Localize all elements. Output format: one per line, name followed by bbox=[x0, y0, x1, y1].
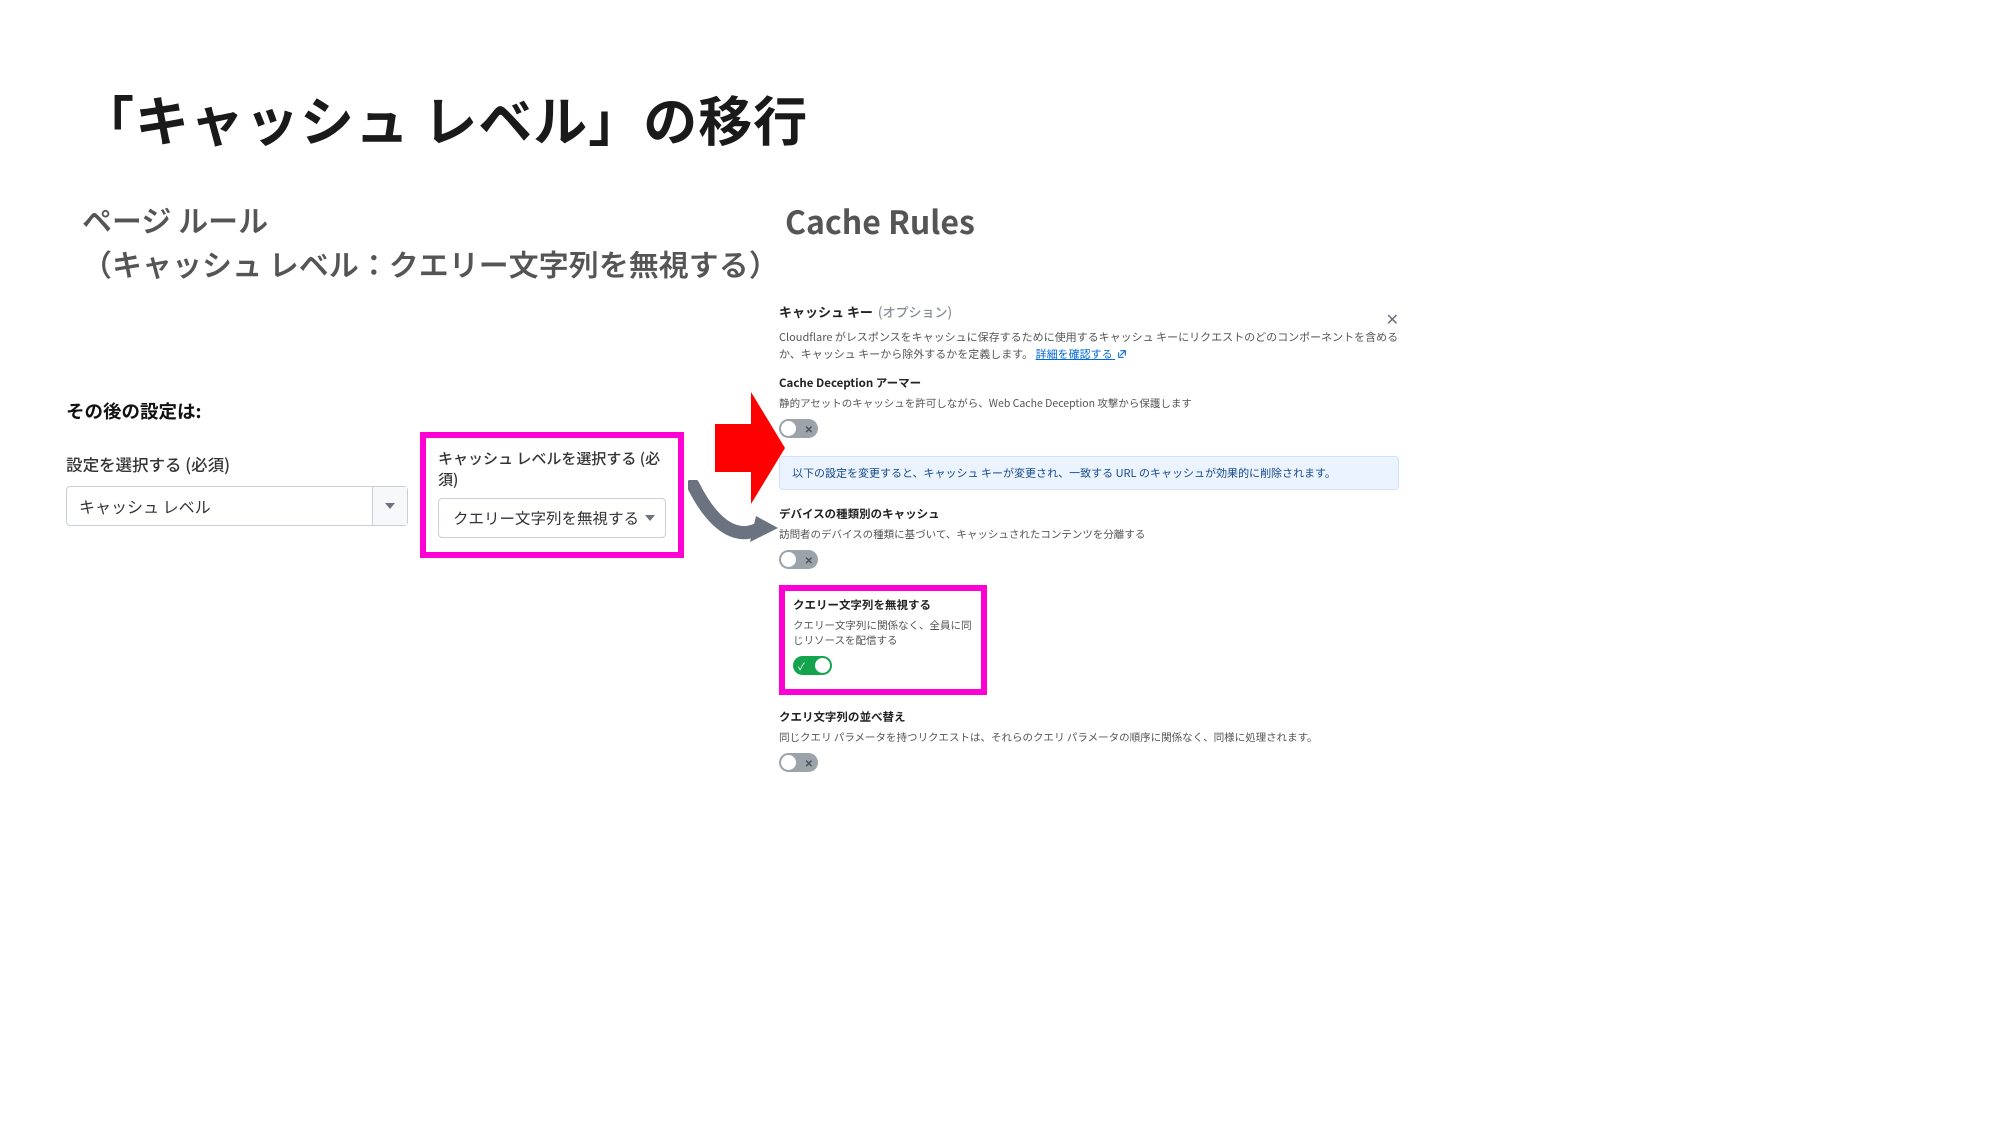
sort-query-toggle[interactable]: ✕ bbox=[779, 753, 818, 772]
cache-level-select[interactable]: キャッシュ レベル bbox=[66, 486, 408, 526]
external-link-icon bbox=[1117, 349, 1127, 359]
cache-key-warning-banner: 以下の設定を変更すると、キャッシュ キーが変更され、一致する URL のキャッシ… bbox=[779, 456, 1399, 490]
subtitle-line-2: （キャッシュ レベル：クエリー文字列を無視する） bbox=[82, 241, 779, 285]
learn-more-link[interactable]: 詳細を確認する bbox=[1036, 346, 1127, 362]
device-cache-toggle[interactable]: ✕ bbox=[779, 550, 818, 569]
subtitle-line-1: ページ ルール bbox=[82, 197, 268, 241]
cache-level-value-label: キャッシュ レベルを選択する (必須) bbox=[438, 448, 666, 490]
check-icon: ✓ bbox=[798, 661, 805, 671]
x-icon: ✕ bbox=[805, 555, 813, 565]
highlight-ignore-query-string: クエリー文字列を無視する クエリー文字列に関係なく、全員に同じリソースを配信する… bbox=[779, 585, 987, 695]
after-settings-label: その後の設定は: bbox=[66, 398, 686, 424]
cache-rules-panel: ✕ キャッシュ キー (オプション) Cloudflare がレスポンスをキャッ… bbox=[779, 302, 1399, 776]
cache-level-value-text: クエリー文字列を無視する bbox=[453, 507, 645, 529]
learn-more-text: 詳細を確認する bbox=[1036, 346, 1113, 362]
ignore-query-toggle[interactable]: ✓ bbox=[793, 656, 832, 675]
slide-title: 「キャッシュ レベル」の移行 bbox=[80, 78, 808, 157]
highlight-cache-level-value: キャッシュ レベルを選択する (必須) クエリー文字列を無視する bbox=[420, 432, 684, 558]
cache-deception-desc: 静的アセットのキャッシュを許可しながら、Web Cache Deception … bbox=[779, 396, 1399, 411]
cache-key-description: Cloudflare がレスポンスをキャッシュに保存するために使用するキャッシュ… bbox=[779, 329, 1399, 363]
cache-deception-toggle[interactable]: ✕ bbox=[779, 419, 818, 438]
chevron-down-icon bbox=[385, 503, 395, 509]
sort-query-desc: 同じクエリ パラメータを持つリクエストは、それらのクエリ パラメータの順序に関係… bbox=[779, 730, 1399, 745]
cache-key-title-text: キャッシュ キー bbox=[779, 302, 873, 321]
ignore-query-title: クエリー文字列を無視する bbox=[793, 597, 973, 613]
cache-level-select-caret[interactable] bbox=[372, 487, 407, 525]
cache-level-value-select[interactable]: クエリー文字列を無視する bbox=[438, 498, 666, 538]
cache-rules-subtitle: Cache Rules bbox=[785, 198, 975, 244]
cache-key-heading: キャッシュ キー (オプション) bbox=[779, 302, 1399, 321]
device-cache-title: デバイスの種類別のキャッシュ bbox=[779, 506, 1399, 522]
cache-deception-title: Cache Deception アーマー bbox=[779, 375, 1399, 391]
page-rules-subtitle: ページ ルール （キャッシュ レベル：クエリー文字列を無視する） bbox=[82, 198, 779, 285]
optional-label: (オプション) bbox=[878, 302, 952, 321]
chevron-down-icon bbox=[645, 515, 655, 521]
curved-arrow-icon bbox=[688, 480, 778, 555]
sort-query-title: クエリ文字列の並べ替え bbox=[779, 709, 1399, 725]
cache-level-select-value: キャッシュ レベル bbox=[67, 487, 372, 525]
x-icon: ✕ bbox=[805, 758, 813, 768]
close-icon[interactable]: ✕ bbox=[1386, 306, 1399, 330]
ignore-query-desc: クエリー文字列に関係なく、全員に同じリソースを配信する bbox=[793, 618, 973, 648]
x-icon: ✕ bbox=[805, 424, 813, 434]
device-cache-desc: 訪問者のデバイスの種類に基づいて、キャッシュされたコンテンツを分離する bbox=[779, 527, 1399, 542]
